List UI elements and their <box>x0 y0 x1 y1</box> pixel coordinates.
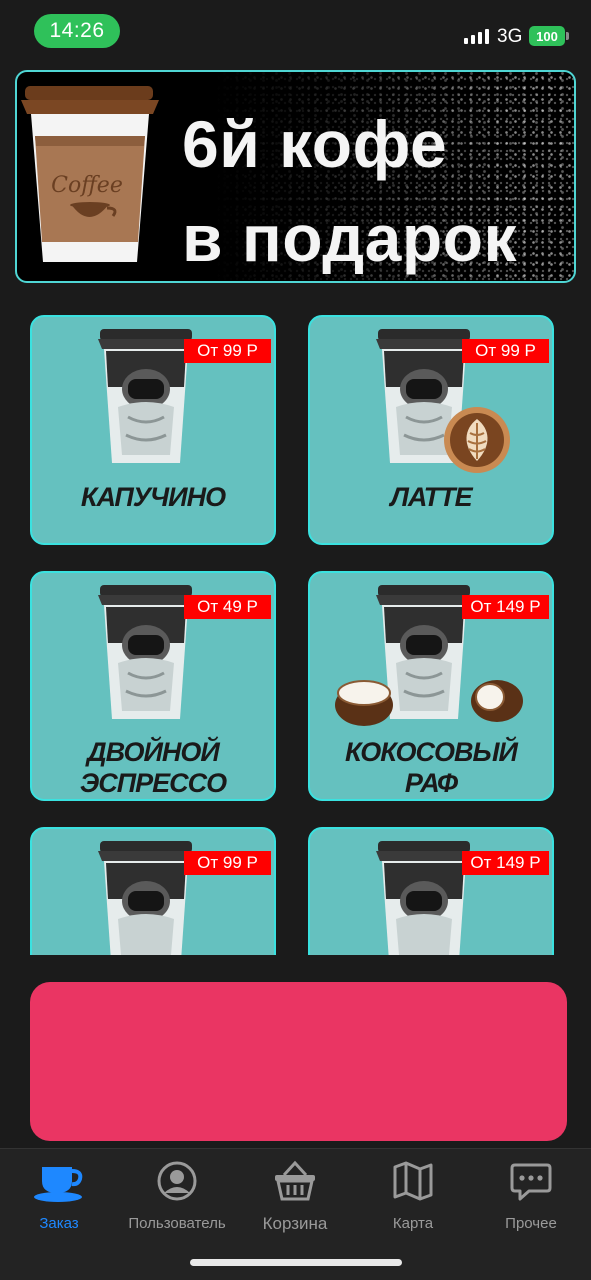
price-tag: От 99 Р <box>184 339 271 363</box>
tab-map[interactable]: Карта <box>354 1159 472 1232</box>
checkout-banner[interactable] <box>30 982 567 1141</box>
tab-label: Пользователь <box>128 1215 226 1232</box>
coffee-cup-icon <box>98 329 194 463</box>
tab-label: Корзина <box>262 1214 328 1233</box>
product-card-coconut-raf[interactable]: От 149 Р Кокосовый раф <box>308 571 554 801</box>
product-name: Капучино <box>32 482 274 513</box>
product-card-latte[interactable]: От 99 Р Латте <box>308 315 554 545</box>
battery-level: 100 <box>536 28 558 44</box>
status-time: 14:26 <box>34 14 120 48</box>
promo-banner[interactable]: Coffee 6й кофе в подарок <box>15 70 576 283</box>
cup-text: Coffee <box>51 173 123 198</box>
product-card-cappuccino[interactable]: От 99 Р Капучино <box>30 315 276 545</box>
product-grid: От 99 Р Капучино От 99 Р Латте <box>0 300 591 955</box>
price-tag: От 149 Р <box>462 595 549 619</box>
promo-title-line-1: 6й кофе <box>182 107 448 181</box>
price-tag: От 49 Р <box>184 595 271 619</box>
product-name: Латте <box>310 482 552 513</box>
product-name-line: Латте <box>390 482 472 512</box>
product-card-double-espresso[interactable]: От 49 Р Двойной эспрессо <box>30 571 276 801</box>
tab-label: Карта <box>392 1215 434 1232</box>
product-name-line: раф <box>404 768 458 798</box>
tab-user[interactable]: Пользователь <box>118 1159 236 1232</box>
price-tag: От 149 Р <box>462 851 549 875</box>
coconut-icon <box>471 680 523 722</box>
product-name-line: Капучино <box>80 482 226 512</box>
promo-title-line-2: в подарок <box>182 201 517 275</box>
latte-art-icon <box>444 407 510 473</box>
price-tag: От 99 Р <box>184 851 271 875</box>
product-card[interactable]: От 149 Р <box>308 827 554 955</box>
coffee-cup-icon <box>376 841 472 955</box>
product-name-line: Двойной <box>87 737 220 767</box>
coconut-icon <box>335 680 393 726</box>
tab-more[interactable]: Прочее <box>472 1159 590 1232</box>
product-name: Кокосовый раф <box>310 737 552 799</box>
product-name: Двойной эспрессо <box>32 737 274 799</box>
product-name-line: Кокосовый <box>345 737 518 767</box>
tab-order[interactable]: Заказ <box>0 1159 118 1232</box>
signal-icon <box>464 26 492 44</box>
chat-icon <box>510 1163 552 1201</box>
product-name-line: эспрессо <box>79 768 227 798</box>
price-tag: От 99 Р <box>462 339 549 363</box>
coffee-cup-icon <box>34 1167 83 1202</box>
coffee-cup-icon <box>98 585 194 719</box>
status-bar: 14:26 3G 100 <box>0 0 591 60</box>
tab-label: Прочее <box>505 1215 557 1232</box>
map-icon <box>393 1161 433 1201</box>
tab-label: Заказ <box>39 1215 79 1232</box>
coffee-cup-icon <box>98 841 194 955</box>
home-indicator <box>190 1259 402 1266</box>
battery-icon: 100 <box>529 26 569 46</box>
network-type: 3G <box>497 26 523 47</box>
tab-cart[interactable]: Корзина <box>236 1159 354 1233</box>
coffee-cup-illustration: Coffee <box>21 86 159 262</box>
product-card[interactable]: От 99 Р <box>30 827 276 955</box>
user-icon <box>157 1161 197 1201</box>
basket-icon <box>275 1160 315 1201</box>
